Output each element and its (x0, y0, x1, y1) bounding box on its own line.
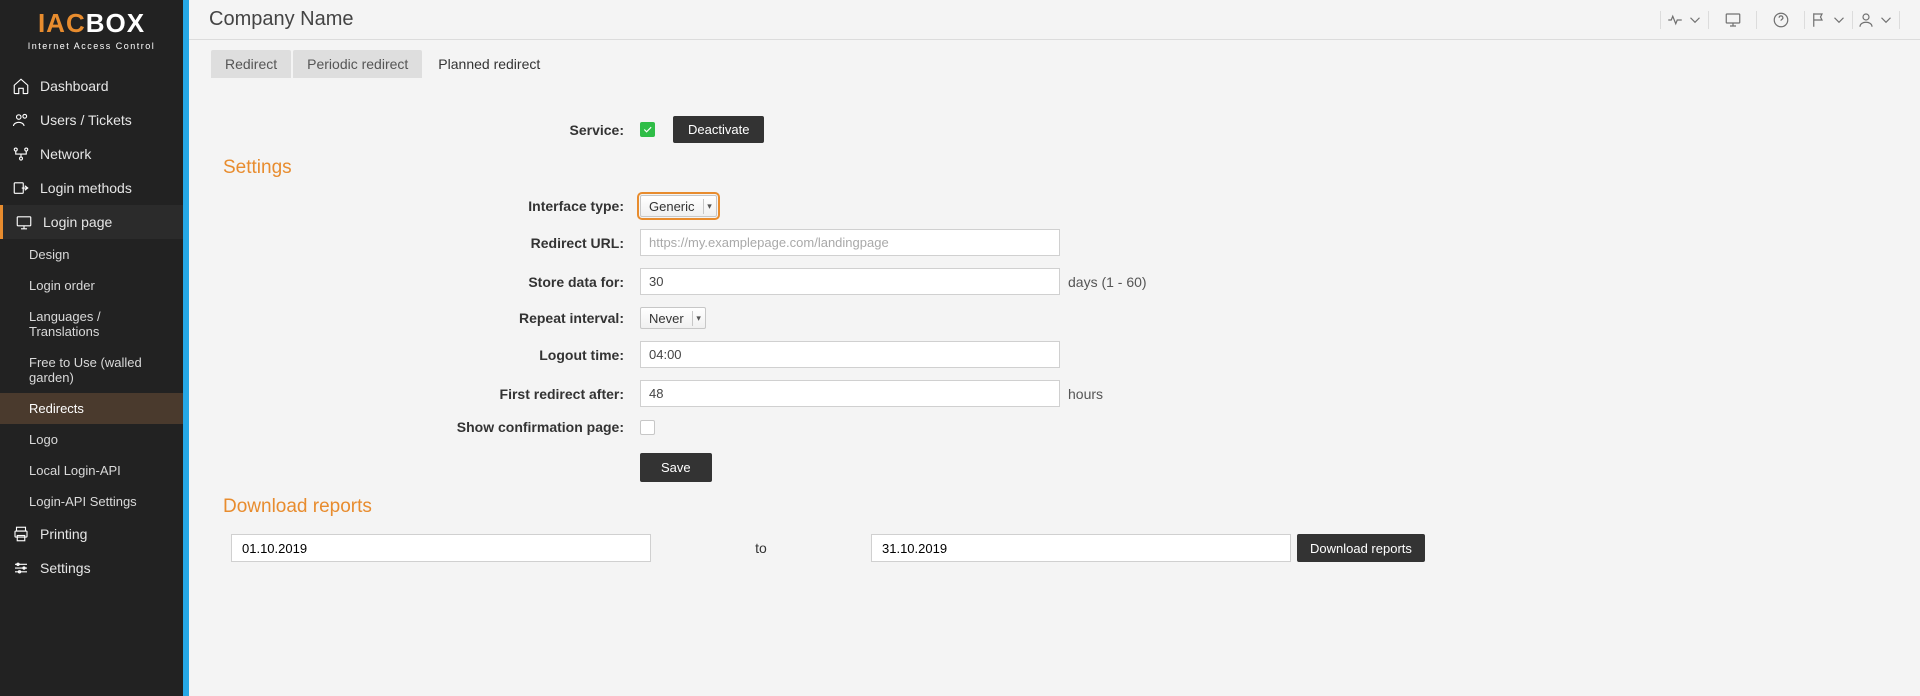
sidebar-sub-label: Free to Use (walled garden) (29, 355, 171, 385)
sidebar-item-login-methods[interactable]: Login methods (0, 171, 183, 205)
sidebar-sub-languages[interactable]: Languages / Translations (0, 301, 183, 347)
interface-type-select[interactable]: Generic ▾ (640, 195, 717, 217)
heartbeat-icon (1666, 11, 1684, 29)
tabpanel-planned-redirect: Service: Deactivate Settings Interface t… (211, 78, 1898, 562)
report-from-input[interactable] (231, 534, 651, 562)
sidebar-sub-login-api-settings[interactable]: Login-API Settings (0, 486, 183, 517)
login-page-icon (15, 213, 33, 231)
tab-label: Planned redirect (438, 56, 540, 72)
help-icon (1772, 11, 1790, 29)
sidebar-item-dashboard[interactable]: Dashboard (0, 69, 183, 103)
sidebar-sub-label: Login order (29, 278, 95, 293)
store-data-input[interactable] (640, 268, 1060, 295)
toolbar-flag-button[interactable] (1804, 11, 1852, 29)
chevron-down-icon: ▾ (693, 313, 705, 324)
toolbar-monitor-button[interactable] (1708, 11, 1756, 29)
sidebar-item-login-page[interactable]: Login page (0, 205, 183, 239)
interface-type-label: Interface type: (211, 198, 640, 214)
select-value: Never (641, 311, 693, 326)
user-icon (1857, 11, 1875, 29)
users-icon (12, 111, 30, 129)
sidebar-sub-label: Design (29, 247, 69, 262)
download-reports-row: to Download reports (231, 534, 1878, 562)
settings-icon (12, 559, 30, 577)
chevron-down-icon: ▾ (704, 201, 716, 212)
chevron-down-icon (1686, 11, 1704, 29)
sidebar-item-printing[interactable]: Printing (0, 517, 183, 551)
toolbar-help-button[interactable] (1756, 11, 1804, 29)
deactivate-button[interactable]: Deactivate (673, 116, 764, 143)
redirect-url-input[interactable] (640, 229, 1060, 256)
settings-heading: Settings (223, 157, 1898, 179)
sidebar-sub-free-to-use[interactable]: Free to Use (walled garden) (0, 347, 183, 393)
store-data-label: Store data for: (211, 274, 640, 290)
logout-time-input[interactable] (640, 341, 1060, 368)
repeat-interval-select[interactable]: Never ▾ (640, 307, 706, 329)
first-redirect-label: First redirect after: (211, 386, 640, 402)
login-methods-icon (12, 179, 30, 197)
chevron-down-icon (1877, 11, 1895, 29)
tab-redirect[interactable]: Redirect (211, 50, 291, 78)
download-reports-button[interactable]: Download reports (1297, 534, 1425, 562)
sidebar-sub-label: Local Login-API (29, 463, 121, 478)
sidebar-item-label: Users / Tickets (40, 112, 132, 128)
logout-time-label: Logout time: (211, 347, 640, 363)
monitor-icon (1724, 11, 1742, 29)
sidebar-item-users-tickets[interactable]: Users / Tickets (0, 103, 183, 137)
first-redirect-input[interactable] (640, 380, 1060, 407)
tab-planned-redirect[interactable]: Planned redirect (424, 50, 554, 78)
first-redirect-hint: hours (1068, 386, 1103, 402)
sidebar-sub-label: Languages / Translations (29, 309, 171, 339)
show-confirmation-label: Show confirmation page: (211, 419, 640, 435)
store-data-hint: days (1 - 60) (1068, 274, 1147, 290)
select-value: Generic (641, 199, 704, 214)
sidebar: IACBOX Internet Access Control Dashboard… (0, 0, 183, 696)
sidebar-item-label: Network (40, 146, 91, 162)
chevron-down-icon (1830, 11, 1848, 29)
brand-line2: Internet Access Control (10, 41, 173, 51)
sidebar-item-label: Login page (43, 214, 112, 230)
show-confirmation-checkbox[interactable] (640, 420, 655, 435)
sidebar-sub-logo[interactable]: Logo (0, 424, 183, 455)
sidebar-sub-login-order[interactable]: Login order (0, 270, 183, 301)
tab-periodic-redirect[interactable]: Periodic redirect (293, 50, 422, 78)
sidebar-item-network[interactable]: Network (0, 137, 183, 171)
sidebar-sub-label: Logo (29, 432, 58, 447)
sidebar-sub-design[interactable]: Design (0, 239, 183, 270)
network-icon (12, 145, 30, 163)
toolbar-health-button[interactable] (1660, 11, 1708, 29)
main: Company Name Redirect Pe (189, 0, 1920, 696)
page-title: Company Name (209, 8, 354, 31)
sidebar-sub-redirects[interactable]: Redirects (0, 393, 183, 424)
save-button[interactable]: Save (640, 453, 712, 482)
printing-icon (12, 525, 30, 543)
tab-label: Redirect (225, 56, 277, 72)
tabs: Redirect Periodic redirect Planned redir… (211, 50, 1898, 78)
report-to-input[interactable] (871, 534, 1291, 562)
toolbar (1660, 11, 1900, 29)
repeat-interval-label: Repeat interval: (211, 310, 640, 326)
sidebar-sub-local-login-api[interactable]: Local Login-API (0, 455, 183, 486)
sidebar-item-settings[interactable]: Settings (0, 551, 183, 585)
sidebar-sub-label: Login-API Settings (29, 494, 137, 509)
flag-icon (1810, 11, 1828, 29)
download-reports-heading: Download reports (223, 496, 1898, 518)
sidebar-item-label: Printing (40, 526, 87, 542)
sidebar-sub-label: Redirects (29, 401, 84, 416)
content: Redirect Periodic redirect Planned redir… (189, 40, 1920, 592)
sidebar-item-label: Settings (40, 560, 91, 576)
service-checkbox[interactable] (640, 122, 655, 137)
service-label: Service: (211, 122, 640, 138)
toolbar-user-button[interactable] (1852, 11, 1900, 29)
sidebar-item-label: Dashboard (40, 78, 109, 94)
home-icon (12, 77, 30, 95)
brand: IACBOX Internet Access Control (0, 0, 183, 69)
topbar: Company Name (189, 0, 1920, 40)
brand-line1: IACBOX (10, 8, 173, 39)
sidebar-item-label: Login methods (40, 180, 132, 196)
tab-label: Periodic redirect (307, 56, 408, 72)
redirect-url-label: Redirect URL: (211, 235, 640, 251)
report-to-label: to (651, 540, 871, 556)
